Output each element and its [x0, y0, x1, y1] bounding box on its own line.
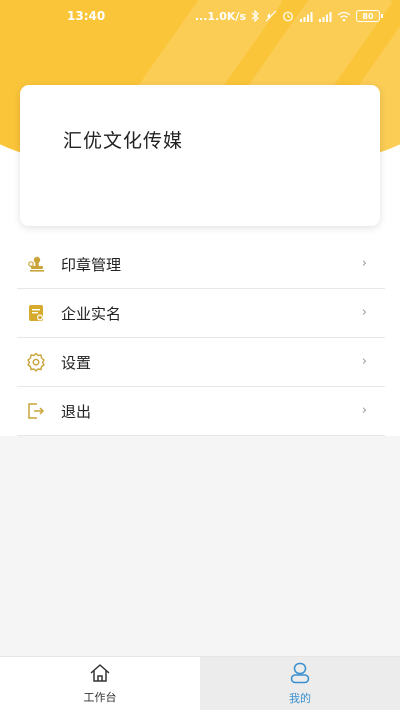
battery-icon: 80: [356, 10, 383, 22]
menu-item-seal-management[interactable]: 印章管理 ›: [17, 240, 385, 289]
menu-item-enterprise-verification[interactable]: 企业实名 ›: [17, 289, 385, 338]
menu-item-label: 企业实名: [61, 304, 122, 323]
menu-item-label: 退出: [61, 402, 92, 421]
company-name: 汇优文化传媒: [63, 130, 184, 152]
seal-icon: [25, 253, 47, 275]
company-card[interactable]: 汇优文化传媒: [20, 85, 380, 226]
gear-icon: [25, 351, 47, 373]
signal-icon: [319, 11, 332, 22]
settings-menu: 印章管理 › 企业实名 › 设置 › 退出 ›: [0, 240, 400, 436]
alarm-icon: [283, 11, 293, 22]
mute-icon: [265, 10, 277, 22]
tab-label: 工作台: [83, 691, 117, 704]
user-icon: [289, 662, 311, 688]
chevron-right-icon: ›: [361, 403, 367, 418]
menu-item-label: 印章管理: [61, 255, 122, 274]
network-speed: ...1.0K/s: [194, 9, 246, 23]
chevron-right-icon: ›: [361, 305, 367, 320]
wifi-icon: [337, 11, 351, 21]
menu-item-label: 设置: [61, 353, 92, 372]
status-icons: ...1.0K/s 80: [194, 9, 383, 23]
logout-icon: [25, 400, 47, 422]
status-time: 13:40: [67, 9, 106, 23]
tab-label: 我的: [289, 692, 311, 705]
tab-workbench[interactable]: 工作台: [0, 657, 200, 710]
chevron-right-icon: ›: [361, 354, 367, 369]
menu-item-logout[interactable]: 退出 ›: [17, 387, 385, 436]
menu-item-settings[interactable]: 设置 ›: [17, 338, 385, 387]
chevron-right-icon: ›: [361, 256, 367, 271]
signal-icon: [300, 11, 313, 22]
enterprise-doc-icon: [25, 302, 47, 324]
tab-mine[interactable]: 我的: [200, 657, 400, 710]
bluetooth-icon: [251, 10, 259, 22]
home-icon: [89, 663, 111, 687]
bottom-tab-bar: 工作台 我的: [0, 656, 400, 710]
status-bar: 13:40 ...1.0K/s 80: [0, 0, 400, 32]
